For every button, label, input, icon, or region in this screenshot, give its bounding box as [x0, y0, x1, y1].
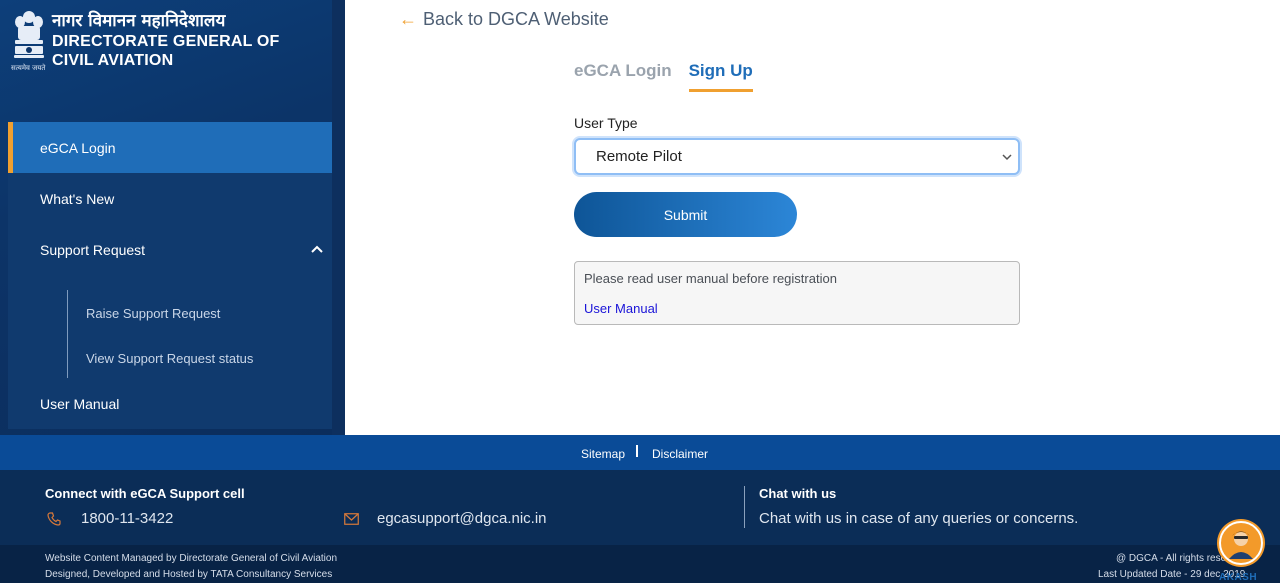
user-type-label: User Type	[574, 115, 638, 131]
footer-link-separator	[636, 445, 638, 457]
sidebar-item-label: Support Request	[40, 241, 146, 258]
brand-motto: सत्यमेव जयते	[11, 64, 46, 72]
support-cell-title: Connect with eGCA Support cell	[45, 486, 245, 501]
brand-title-line2: CIVIL AVIATION	[52, 52, 174, 69]
footer-contact: Connect with eGCA Support cell 1800-11-3…	[0, 470, 1280, 545]
support-email[interactable]: egcasupport@dgca.nic.in	[377, 510, 547, 527]
user-manual-link[interactable]: User Manual	[584, 301, 658, 316]
brand-hindi-title: नागर विमानन महानिदेशालय	[52, 11, 226, 31]
chevron-down-icon	[1002, 154, 1012, 161]
user-type-selected-value: Remote Pilot	[596, 148, 682, 165]
sidebar-item-label: eGCA Login	[40, 139, 116, 156]
tab-egca-login[interactable]: eGCA Login	[574, 61, 672, 92]
chatbot-label: AKASH	[1219, 572, 1258, 583]
footer-divider	[744, 486, 745, 528]
chevron-up-icon[interactable]	[310, 242, 324, 256]
phone-icon	[47, 512, 61, 526]
hosted-by: Designed, Developed and Hosted by TATA C…	[45, 569, 333, 580]
support-phone[interactable]: 1800-11-3422	[81, 510, 173, 527]
brand-title: DIRECTORATE GENERAL OF CIVIL AVIATION	[52, 32, 280, 70]
content-managed-by: Website Content Managed by Directorate G…	[45, 553, 338, 564]
user-type-select[interactable]: Remote Pilot	[574, 138, 1020, 175]
sidebar-item-egca-login[interactable]: eGCA Login	[8, 122, 332, 173]
chat-title: Chat with us	[759, 486, 837, 501]
sidebar-item-whats-new[interactable]: What's New	[8, 173, 332, 224]
sidebar-item-label: User Manual	[40, 395, 120, 412]
chatbot-avatar-icon	[1219, 521, 1263, 565]
footer-bottom: Website Content Managed by Directorate G…	[0, 545, 1280, 583]
sidebar-item-support-request[interactable]: Support Request	[8, 224, 332, 275]
sidebar-nav: eGCA Login What's New Support Request Ra…	[8, 122, 332, 429]
footer-links-bar: Sitemap Disclaimer	[0, 435, 1280, 470]
arrow-left-icon: ←	[399, 9, 417, 29]
tab-sign-up[interactable]: Sign Up	[688, 61, 753, 92]
chatbot-button[interactable]	[1217, 519, 1265, 567]
support-request-submenu: Raise Support Request View Support Reque…	[8, 275, 332, 380]
submenu-rail	[67, 290, 68, 380]
mail-icon	[344, 513, 359, 525]
brand-title-line1: DIRECTORATE GENERAL OF	[52, 33, 280, 50]
back-link-label: Back to DGCA Website	[423, 9, 609, 29]
disclaimer-link[interactable]: Disclaimer	[652, 447, 708, 461]
copyright-text: @ DGCA - All rights reserv	[1116, 553, 1235, 564]
notice-text: Please read user manual before registrat…	[584, 271, 837, 286]
chat-description: Chat with us in case of any queries or c…	[759, 510, 1079, 527]
submit-button[interactable]: Submit	[574, 192, 797, 237]
sidebar-item-user-manual[interactable]: User Manual	[8, 378, 332, 429]
auth-tabs: eGCA Login Sign Up	[574, 61, 753, 92]
sidebar-item-raise-support-request[interactable]: Raise Support Request	[86, 306, 220, 321]
sitemap-link[interactable]: Sitemap	[581, 447, 625, 461]
sidebar-item-label: What's New	[40, 190, 115, 207]
registration-notice: Please read user manual before registrat…	[574, 261, 1020, 325]
sidebar-item-view-support-request-status[interactable]: View Support Request status	[86, 351, 253, 366]
sidebar-edge	[332, 0, 345, 435]
sidebar: नागर विमानन महानिदेशालय DIRECTORATE GENE…	[0, 0, 345, 435]
back-to-dgca-link[interactable]: ← Back to DGCA Website	[399, 9, 609, 30]
